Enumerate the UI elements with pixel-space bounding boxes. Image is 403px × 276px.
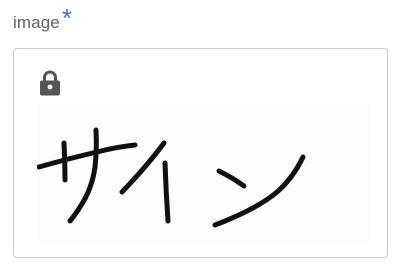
required-asterisk: * <box>61 3 72 33</box>
image-field-label: image * <box>13 3 72 36</box>
field-label-text: image <box>13 13 60 32</box>
lock-icon <box>38 68 62 98</box>
image-field-box[interactable] <box>13 48 388 258</box>
signature-image <box>37 104 370 242</box>
